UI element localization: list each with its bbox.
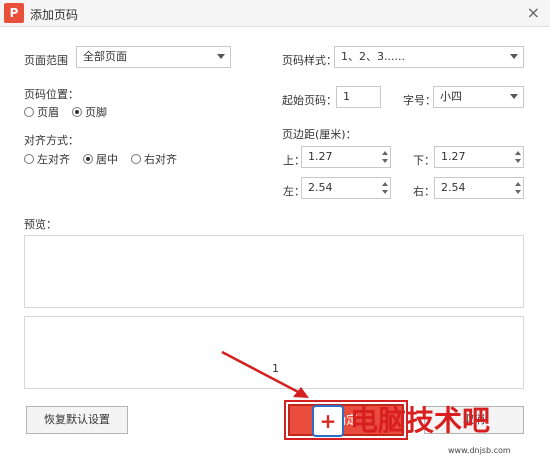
computer-icon: + xyxy=(312,405,344,437)
watermark-text: 电脑技术吧 xyxy=(350,404,491,437)
watermark: + 电脑技术吧 xyxy=(312,404,490,438)
annotation-arrow xyxy=(221,350,309,398)
restore-default-button[interactable]: 恢复默认设置 xyxy=(26,406,128,434)
watermark-url: www.dnjsb.com xyxy=(448,446,511,455)
